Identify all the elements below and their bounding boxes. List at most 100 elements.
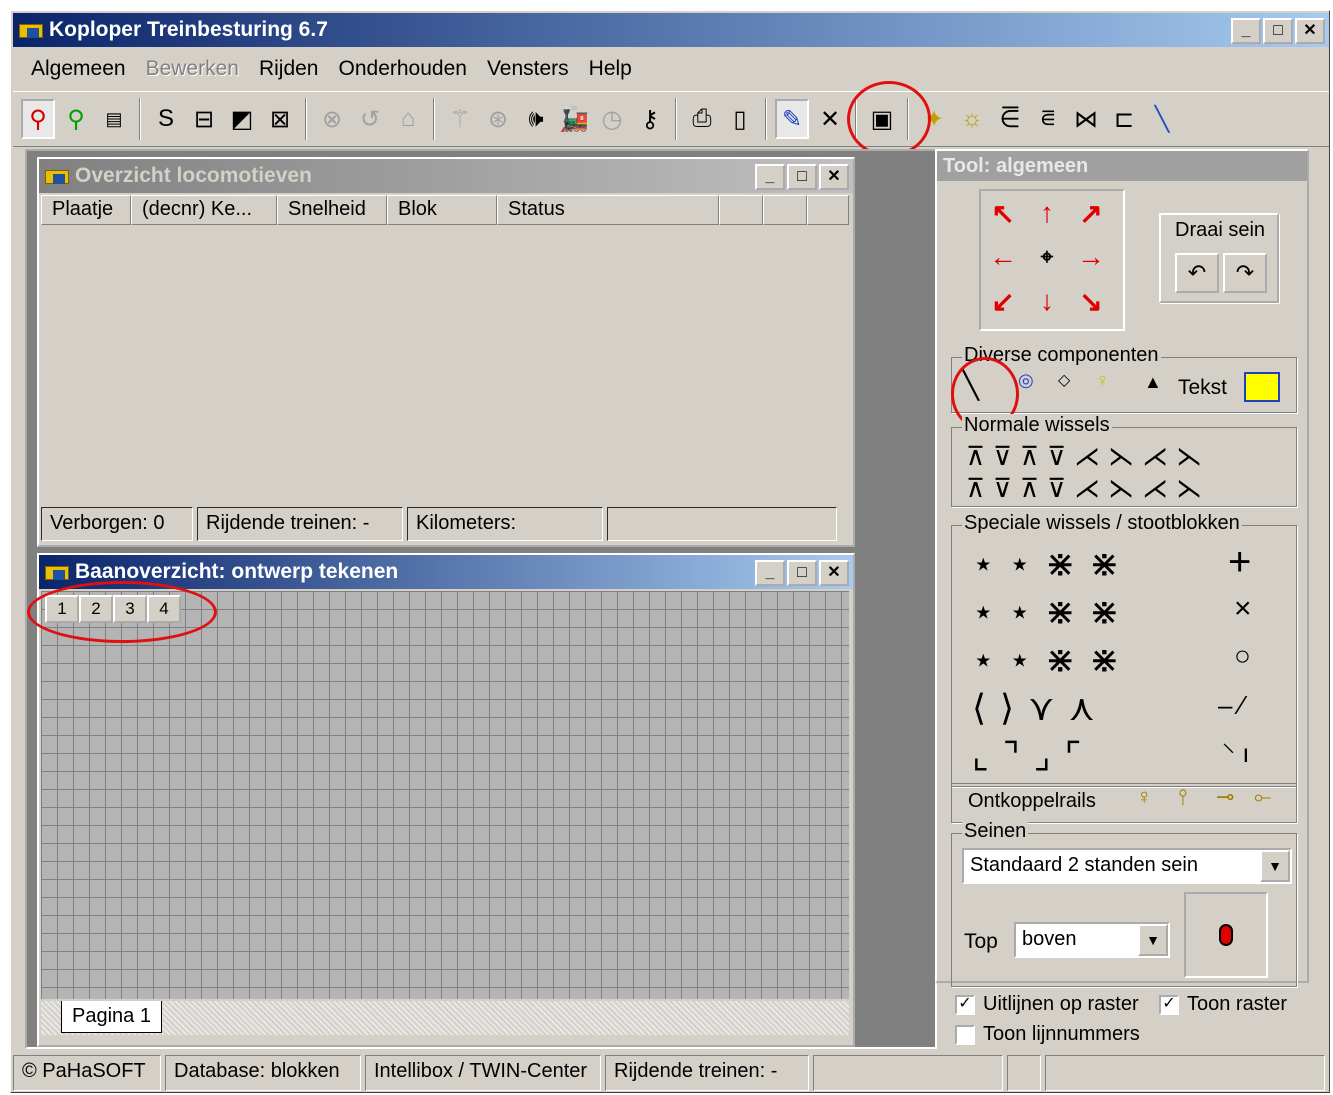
status-running-trains: Rijdende treinen: - [605,1055,809,1091]
delete-icon[interactable]: ✕ [813,99,847,139]
align-grid-checkbox[interactable]: ✓ Uitlijnen op raster [955,993,1139,1016]
triangle-icon[interactable]: ▲ [1144,372,1162,393]
crossing-icon[interactable]: ⋈ [1069,99,1103,139]
track-switch-icon[interactable]: ⋷ [1031,99,1065,139]
page-icon[interactable]: ▯ [723,99,757,139]
bufferstop-short-icon[interactable]: ⸌ ı [1222,734,1249,770]
arrow-down-icon[interactable]: ↓ [1025,279,1069,323]
show-grid-label: Toon raster [1187,993,1288,1015]
signal-green-icon[interactable]: ⚲ [59,99,93,139]
col-empty-2[interactable] [763,195,807,225]
cross-block-icon[interactable]: ⊠ [263,99,297,139]
line-numbers-check-icon[interactable] [955,1024,975,1045]
track-icon[interactable]: ⋶ [993,99,1027,139]
block-icon[interactable]: ⊟ [187,99,221,139]
status-database: Database: blokken [165,1055,361,1091]
top-label: Top [964,930,998,953]
line-numbers-checkbox[interactable]: Toon lijnnummers [955,1023,1140,1046]
point-icon[interactable]: ◇ [1058,370,1070,390]
uncouple-left-icon[interactable]: ⊸ [1216,784,1234,810]
menu-onderhouden[interactable]: Onderhouden [329,53,477,87]
rotate-left-button[interactable]: ↶ [1175,253,1219,293]
arrow-up-right-icon[interactable]: ↗ [1069,191,1113,235]
key-icon[interactable]: ⚷ [633,99,667,139]
status-copyright: © PaHaSOFT [13,1055,161,1091]
cross-icon[interactable]: + [1228,540,1251,585]
text-label[interactable]: Tekst [1178,376,1227,400]
arrow-up-left-icon[interactable]: ↖ [981,191,1025,235]
col-empty-1[interactable] [719,195,763,225]
circle-icon[interactable]: ○ [1234,640,1251,672]
loco-maximize-button[interactable]: □ [787,164,817,190]
pointer-icon[interactable]: ⌖ [1025,235,1069,279]
col-plaatje[interactable]: Plaatje [41,195,131,225]
text-color-swatch[interactable] [1244,372,1280,402]
arrow-left-icon[interactable]: ← [981,235,1025,279]
uncouple-right-icon[interactable]: ⟜ [1254,784,1272,810]
draw-pencil-icon[interactable]: ✎ [775,99,809,139]
edit-icon[interactable]: ◩ [225,99,259,139]
wheel-icon[interactable]: ⊛ [481,99,515,139]
loco-minimize-button[interactable]: _ [755,164,785,190]
loco-list-icon[interactable]: ▤ [97,99,131,139]
status-empty-1 [813,1055,1003,1091]
col-blok[interactable]: Blok [387,195,497,225]
col-decnr[interactable]: (decnr) Ke... [131,195,277,225]
normal-switch-symbols[interactable]: ⊼⊽⊼⊽⋌⋋⋌⋋ ⊼⊽⊼⊽⋌⋋⋌⋋ [966,440,1210,504]
locomotive-icon[interactable]: 🚂 [557,99,591,139]
special-switch-symbols[interactable]: ⋆⋆⋇⋇ ⋆⋆⋇⋇ ⋆⋆⋇⋇ ⟨⟩⋎⋏ ⌞⌝⌟⌜ [972,540,1133,780]
clock-icon[interactable]: ◷ [595,99,629,139]
menu-help[interactable]: Help [579,53,642,87]
print-icon[interactable]: ⎙ [685,99,719,139]
signal-type-select[interactable]: Standaard 2 standen sein ▼ [962,848,1292,884]
tree-icon[interactable]: ⊏ [1107,99,1141,139]
menu-algemeen[interactable]: Algemeen [21,53,136,87]
menu-bar: Algemeen Bewerken Rijden Onderhouden Ven… [21,53,642,87]
show-grid-checkbox[interactable]: ✓ Toon raster [1159,993,1287,1016]
track-minimize-button[interactable]: _ [755,560,785,586]
ghost-icon[interactable]: ⌂ [391,99,425,139]
arrow-up-icon[interactable]: ↑ [1025,191,1069,235]
bufferstop-icon[interactable]: – ⁄ [1218,690,1244,721]
loco-list[interactable] [41,225,849,505]
top-select[interactable]: boven ▼ [1014,922,1170,958]
light-icon[interactable]: ☼ [955,99,989,139]
uncouple-down-icon[interactable]: ⫯ [1178,784,1188,810]
align-grid-check-icon[interactable]: ✓ [955,994,975,1015]
rotate-right-button[interactable]: ↷ [1223,253,1267,293]
menu-bewerken[interactable]: Bewerken [136,53,249,87]
tool-panel-titlebar: Tool: algemeen [937,151,1307,181]
col-status[interactable]: Status [497,195,719,225]
curve-icon[interactable]: ↺ [353,99,387,139]
loco-running-trains: Rijdende treinen: - [197,507,403,541]
sound-icon[interactable]: 🕪 [519,99,553,139]
x-cross-icon[interactable]: × [1234,592,1252,626]
arrow-right-icon[interactable]: → [1069,235,1113,279]
track-maximize-button[interactable]: □ [787,560,817,586]
uncouple-up-icon[interactable]: ♀ [1136,784,1153,810]
close-button[interactable]: ✕ [1295,18,1325,44]
line-tool-icon[interactable]: ╲ [1145,99,1179,139]
route-icon[interactable]: ⊗ [315,99,349,139]
menu-vensters[interactable]: Vensters [477,53,579,87]
track-design-grid[interactable] [41,591,849,999]
chevron-down-icon[interactable]: ▼ [1260,850,1290,882]
signals-label: Seinen [962,820,1029,843]
lamp-icon[interactable]: ♀ [1096,370,1110,391]
show-grid-check-icon[interactable]: ✓ [1159,994,1179,1015]
minimize-button[interactable]: _ [1231,18,1261,44]
arrow-down-right-icon[interactable]: ↘ [1069,279,1113,323]
loco-close-button[interactable]: ✕ [819,164,849,190]
menu-rijden[interactable]: Rijden [249,53,329,87]
col-empty-3[interactable] [807,195,849,225]
arrow-down-left-icon[interactable]: ↙ [981,279,1025,323]
schedule-icon[interactable]: S [149,99,183,139]
col-snelheid[interactable]: Snelheid [277,195,387,225]
signal-red-icon[interactable]: ⚲ [21,99,55,139]
maximize-button[interactable]: □ [1263,18,1293,44]
antenna-icon[interactable]: ⚚ [443,99,477,139]
track-close-button[interactable]: ✕ [819,560,849,586]
sensor-icon[interactable]: ◎ [1018,370,1034,391]
chevron-down-icon[interactable]: ▼ [1138,924,1168,956]
tab-pagina-1[interactable]: Pagina 1 [61,1001,162,1033]
